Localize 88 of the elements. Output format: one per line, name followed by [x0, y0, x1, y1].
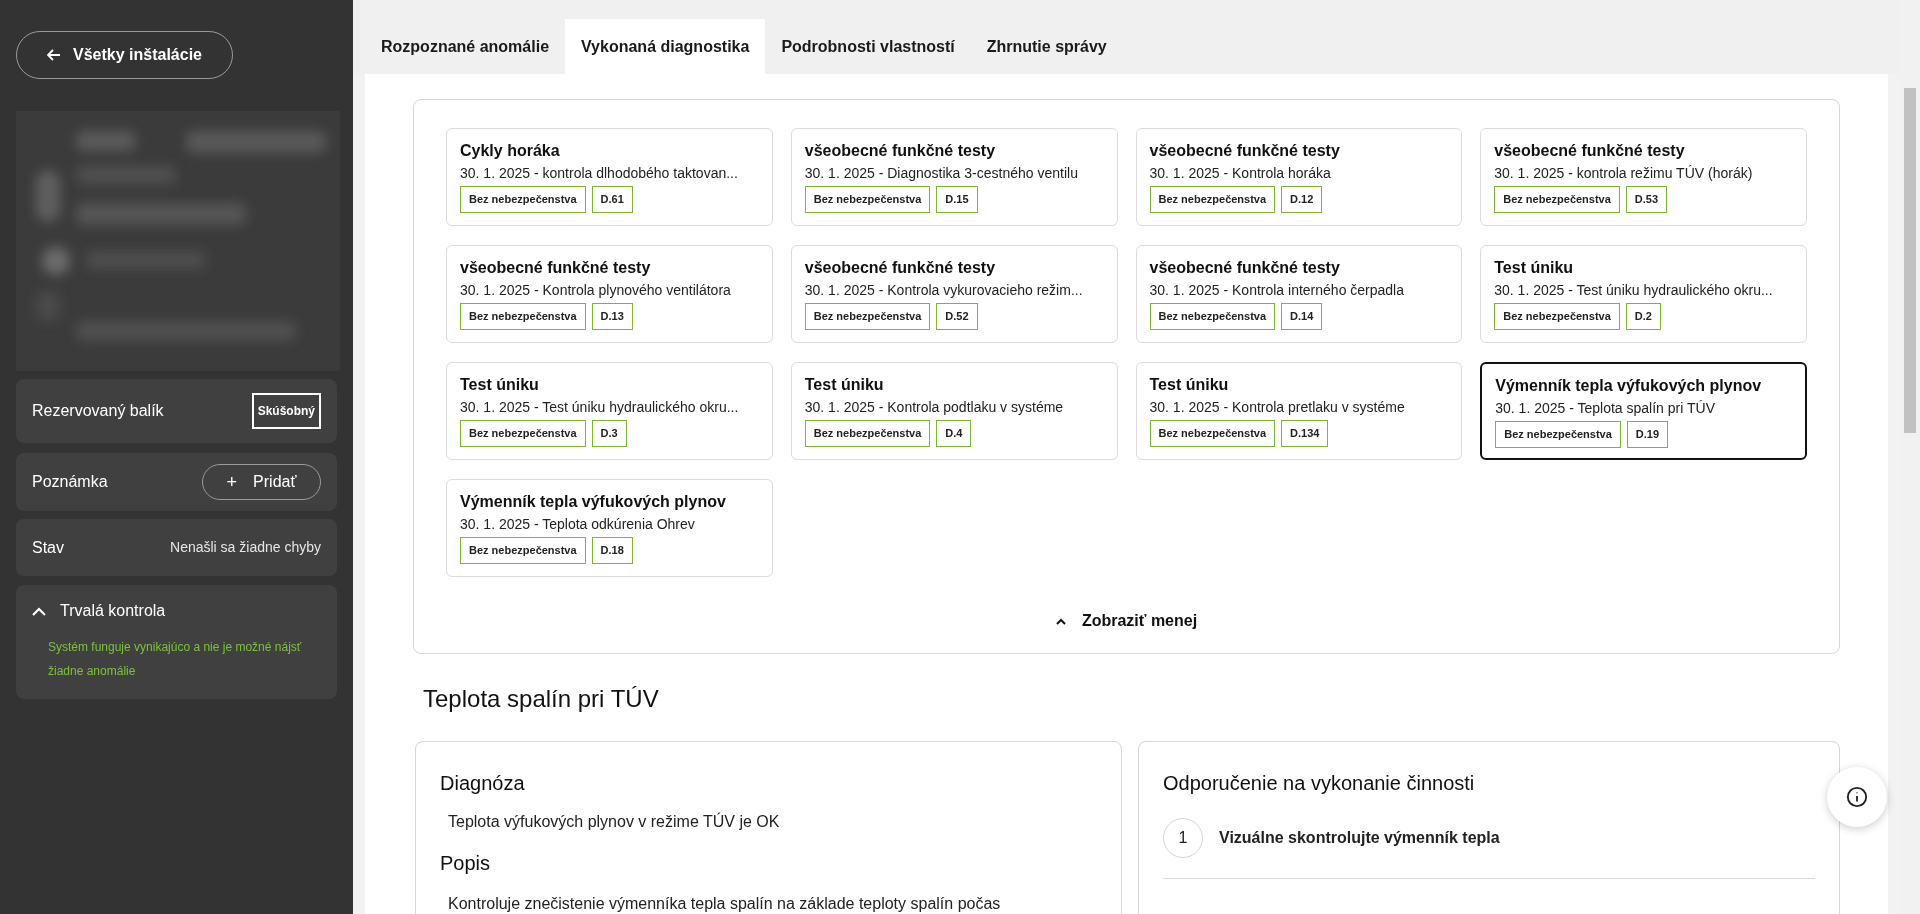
- code-tag: D.19: [1626, 421, 1669, 448]
- status-value: Nenašli sa žiadne chyby: [170, 538, 321, 557]
- card-title: Test úniku: [1494, 258, 1575, 278]
- diagnostic-card[interactable]: všeobecné funkčné testy 30. 1. 2025 - Kontrola interného čerpadla Bez nebezpečenstva D.14: [1135, 245, 1463, 343]
- code-tag: D.18: [591, 537, 633, 564]
- monitoring-toggle[interactable]: Trvalá kontrola: [32, 599, 166, 623]
- card-subtitle: 30. 1. 2025 - Kontrola podtlaku v systéme: [804, 398, 1065, 417]
- card-subtitle: 30. 1. 2025 - Kontrola vykurovacieho režim...: [804, 281, 1084, 300]
- card-title: všeobecné funkčné testy: [1149, 258, 1341, 278]
- package-label: Rezervovaný balík: [32, 401, 164, 421]
- severity-tag: Bez nebezpečenstva: [460, 186, 586, 213]
- severity-tag: Bez nebezpečenstva: [1149, 186, 1276, 213]
- show-less-button[interactable]: Zobraziť menej: [1055, 609, 1198, 633]
- section-heading: Diagnóza: [440, 771, 526, 796]
- monitoring-message: Systém funguje vynikajúco a nie je možné nájsť žiadne anomálie: [47, 639, 303, 680]
- card-subtitle: 30. 1. 2025 - Teplota spalín pri TÚV: [1495, 399, 1716, 418]
- diagnostic-card[interactable]: všeobecné funkčné testy 30. 1. 2025 - kontrola režimu TÚV (horák) Bez nebezpečenstva D.53: [1480, 128, 1807, 226]
- note-label: Poznámka: [32, 472, 108, 492]
- tab[interactable]: Zhrnutie správy: [970, 19, 1123, 74]
- tab[interactable]: Rozpoznané anomálie: [365, 19, 566, 74]
- card-subtitle: 30. 1. 2025 - Kontrola interného čerpadla: [1149, 281, 1405, 300]
- card-subtitle: 30. 1. 2025 - kontrola režimu TÚV (horák): [1494, 164, 1754, 183]
- severity-tag: Bez nebezpečenstva: [460, 537, 586, 564]
- arrow-left-icon: [47, 49, 61, 61]
- code-tag: D.2: [1625, 303, 1661, 330]
- section-heading: Odporučenie na vykonanie činnosti: [1163, 771, 1476, 796]
- diagnostic-card[interactable]: Test úniku 30. 1. 2025 - Kontrola podtlaku v systéme Bez nebezpečenstva D.4: [790, 362, 1118, 460]
- diagnostic-card[interactable]: všeobecné funkčné testy 30. 1. 2025 - Kontrola plynového ventilátora Bez nebezpečenstva D.13: [446, 245, 773, 343]
- package-badge: Skúšobný: [251, 393, 321, 429]
- card-subtitle: 30. 1. 2025 - Test úniku hydraulického okru...: [460, 398, 740, 417]
- diagnostic-card[interactable]: Výmenník tepla výfukových plynov 30. 1. 2025 - Teplota odkúrenia Ohrev Bez nebezpečenstva D.18: [446, 479, 773, 577]
- code-tag: D.52: [936, 303, 978, 330]
- severity-tag: Bez nebezpečenstva: [460, 420, 586, 447]
- card-title: všeobecné funkčné testy: [804, 258, 997, 278]
- chevron-up-icon: [1055, 617, 1066, 625]
- status-label: Stav: [32, 537, 64, 558]
- severity-tag: Bez nebezpečenstva: [804, 303, 931, 330]
- tab[interactable]: Podrobnosti vlastností: [765, 19, 971, 74]
- card-title: Test úniku: [460, 375, 540, 395]
- card-subtitle: 30. 1. 2025 - Kontrola pretlaku v systéme: [1149, 398, 1406, 417]
- card-subtitle: 30. 1. 2025 - Test úniku hydraulického okru...: [1494, 281, 1774, 300]
- card-title: všeobecné funkčné testy: [804, 141, 997, 161]
- step-text: Vizuálne skontrolujte výmenník tepla: [1219, 828, 1500, 848]
- diagnostic-card[interactable]: Test úniku 30. 1. 2025 - Test úniku hydraulického okru... Bez nebezpečenstva D.3: [446, 362, 773, 460]
- detail-title: Teplota spalín pri TÚV: [423, 684, 660, 714]
- diagnostic-card[interactable]: Test úniku 30. 1. 2025 - Kontrola pretlaku v systéme Bez nebezpečenstva D.134: [1135, 362, 1463, 460]
- card-title: Výmenník tepla výfukových plynov: [460, 492, 727, 512]
- code-tag: D.15: [936, 186, 978, 213]
- tab[interactable]: Vykonaná diagnostika: [565, 19, 766, 74]
- severity-tag: Bez nebezpečenstva: [1494, 186, 1620, 213]
- card-title: Cykly horáka: [460, 141, 561, 161]
- card-title: všeobecné funkčné testy: [1149, 141, 1341, 161]
- code-tag: D.53: [1625, 186, 1668, 213]
- chevron-up-icon: [32, 606, 46, 616]
- severity-tag: Bez nebezpečenstva: [804, 186, 931, 213]
- card-subtitle: 30. 1. 2025 - Kontrola horáka: [1149, 164, 1332, 183]
- diagnostic-card[interactable]: všeobecné funkčné testy 30. 1. 2025 - Kontrola vykurovacieho režim... Bez nebezpečenstva D.52: [790, 245, 1118, 343]
- card-title: Výmenník tepla výfukových plynov: [1495, 376, 1763, 396]
- severity-tag: Bez nebezpečenstva: [1149, 303, 1276, 330]
- severity-tag: Bez nebezpečenstva: [804, 420, 931, 447]
- card-title: Test úniku: [804, 375, 885, 395]
- code-tag: D.14: [1281, 303, 1323, 330]
- code-tag: D.134: [1281, 420, 1329, 447]
- card-subtitle: 30. 1. 2025 - kontrola dlhodobého taktovan...: [460, 164, 739, 183]
- description-text: Kontroluje znečistenie výmenníka tepla spalín na základe teploty spalín počas: [448, 894, 1002, 914]
- diagnosis-text: Teplota výfukových plynov v režime TÚV je OK: [448, 811, 781, 832]
- code-tag: D.61: [591, 186, 633, 213]
- severity-tag: Bez nebezpečenstva: [1495, 421, 1621, 448]
- diagnostic-card[interactable]: všeobecné funkčné testy 30. 1. 2025 - Diagnostika 3-cestného ventilu Bez nebezpečenstva D.15: [790, 128, 1118, 226]
- section-heading: Popis: [440, 851, 492, 876]
- code-tag: D.12: [1281, 186, 1323, 213]
- info-icon: [1846, 786, 1868, 808]
- severity-tag: Bez nebezpečenstva: [1149, 420, 1276, 447]
- code-tag: D.4: [936, 420, 972, 447]
- card-subtitle: 30. 1. 2025 - Teplota odkúrenia Ohrev: [460, 515, 696, 534]
- diagnostic-card[interactable]: Test úniku 30. 1. 2025 - Test úniku hydraulického okru... Bez nebezpečenstva D.2: [1480, 245, 1807, 343]
- diagnostic-card[interactable]: Výmenník tepla výfukových plynov 30. 1. 2025 - Teplota spalín pri TÚV Bez nebezpečenstva D.19: [1480, 362, 1807, 460]
- code-tag: D.3: [591, 420, 627, 447]
- card-title: všeobecné funkčné testy: [460, 258, 652, 278]
- diagnostic-card[interactable]: všeobecné funkčné testy 30. 1. 2025 - Kontrola horáka Bez nebezpečenstva D.12: [1135, 128, 1463, 226]
- diagnostic-card[interactable]: Cykly horáka 30. 1. 2025 - kontrola dlhodobého taktovan... Bez nebezpečenstva D.61: [446, 128, 773, 226]
- card-title: všeobecné funkčné testy: [1494, 141, 1686, 161]
- code-tag: D.13: [591, 303, 633, 330]
- card-subtitle: 30. 1. 2025 - Diagnostika 3-cestného ventilu: [804, 164, 1079, 183]
- severity-tag: Bez nebezpečenstva: [460, 303, 586, 330]
- card-subtitle: 30. 1. 2025 - Kontrola plynového ventilátora: [460, 281, 732, 300]
- card-title: Test úniku: [1149, 375, 1230, 395]
- severity-tag: Bez nebezpečenstva: [1494, 303, 1620, 330]
